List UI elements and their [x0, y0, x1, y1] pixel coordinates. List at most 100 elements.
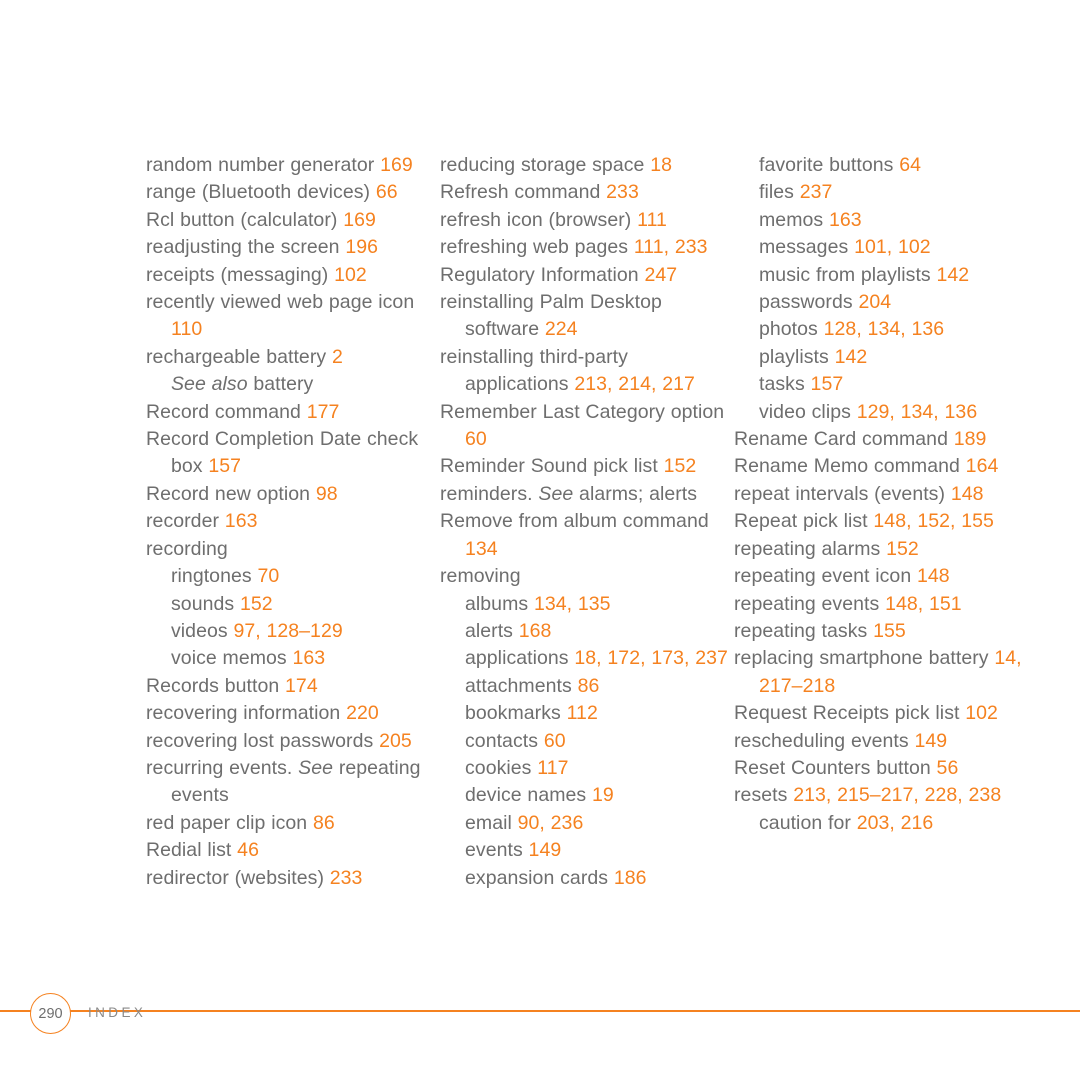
see-target: alarms; alerts	[579, 482, 698, 505]
index-entry: recently viewed web page icon 110	[146, 289, 440, 344]
index-term: bookmarks	[465, 702, 561, 725]
index-term: contacts	[465, 729, 539, 752]
index-term: email	[465, 811, 512, 834]
index-entry: music from playlists 142	[734, 262, 1046, 289]
index-page-refs: 149	[528, 839, 562, 862]
index-term: random number generator	[146, 154, 375, 176]
index-term: Reminder Sound pick list	[440, 455, 658, 478]
index-term: passwords	[759, 291, 853, 314]
see-also-label: See also	[171, 373, 248, 396]
index-page-refs: 220	[346, 702, 379, 725]
index-term: recently viewed web page icon	[146, 291, 415, 314]
index-entry: ringtones 70	[146, 563, 440, 590]
index-page-refs: 66	[375, 181, 398, 204]
index-term: expansion cards	[465, 866, 609, 889]
index-entry: Record command 177	[146, 399, 440, 426]
index-entry: readjusting the screen 196	[146, 234, 440, 261]
index-term: Regulatory Information	[440, 263, 639, 286]
index-term: repeating event icon	[734, 565, 912, 588]
index-term: Record Completion Date check box	[146, 428, 419, 478]
index-page-refs: 224	[544, 318, 578, 341]
index-term: favorite buttons	[759, 154, 894, 176]
index-page-refs: 86	[577, 674, 600, 697]
index-term: Rename Memo command	[734, 455, 960, 478]
index-entry: recovering information 220	[146, 700, 440, 727]
index-page-refs: 60	[465, 428, 487, 451]
index-page-refs: 142	[936, 263, 970, 286]
index-page-refs: 152	[886, 537, 919, 560]
index-entry: applications 18, 172, 173, 237	[440, 645, 734, 672]
index-page-refs: 117	[537, 756, 569, 779]
index-page-refs: 111	[637, 208, 667, 231]
index-term: removing	[440, 565, 521, 588]
index-term: redirector (websites)	[146, 866, 324, 889]
index-term: repeating events	[734, 592, 880, 615]
index-term: resets	[734, 784, 788, 807]
index-entry: refresh icon (browser) 111	[440, 207, 734, 234]
index-term: rechargeable battery	[146, 345, 327, 368]
see-label: See	[298, 756, 334, 779]
index-entry: resets 213, 215–217, 228, 238	[734, 782, 1046, 809]
index-entry: device names 19	[440, 782, 734, 809]
index-entry: Refresh command 233	[440, 179, 734, 206]
index-page-refs: 110	[171, 318, 203, 341]
index-entry: replacing smartphone battery 14, 217–218	[734, 645, 1046, 700]
footer-rule	[0, 1010, 1080, 1012]
index-term: Record command	[146, 400, 301, 423]
index-entry: repeating event icon 148	[734, 563, 1046, 590]
index-entry: red paper clip icon 86	[146, 810, 440, 837]
index-entry: Rename Memo command 164	[734, 453, 1046, 480]
index-page-refs: 134	[465, 537, 498, 560]
index-page-refs: 148, 152, 155	[873, 510, 994, 533]
index-page-refs: 157	[810, 373, 844, 396]
index-entry: Record Completion Date check box 157	[146, 426, 440, 481]
index-entry: rescheduling events 149	[734, 728, 1046, 755]
index-term: Records button	[146, 674, 280, 697]
index-page-refs: 2	[331, 345, 343, 368]
index-page-refs: 128, 134, 136	[823, 318, 945, 341]
index-entry: Rename Card command 189	[734, 426, 1046, 453]
index-entry: See also battery	[146, 371, 440, 398]
index-entry: Repeat pick list 148, 152, 155	[734, 508, 1046, 535]
index-entry: contacts 60	[440, 728, 734, 755]
index-term: Rename Card command	[734, 428, 948, 451]
index-term: sounds	[171, 592, 235, 615]
index-term: events	[465, 839, 523, 862]
index-page-refs: 149	[914, 729, 948, 752]
index-entry: reinstalling Palm Desktop software 224	[440, 289, 734, 344]
index-entry: Reset Counters button 56	[734, 755, 1046, 782]
index-page-refs: 19	[592, 784, 614, 807]
index-term: files	[759, 181, 794, 204]
index-entry: events 149	[440, 837, 734, 864]
index-entry: videos 97, 128–129	[146, 618, 440, 645]
index-term: red paper clip icon	[146, 811, 308, 834]
index-entry: receipts (messaging) 102	[146, 262, 440, 289]
index-term: memos	[759, 208, 824, 231]
index-term: Record new option	[146, 482, 311, 505]
index-page-refs: 60	[543, 729, 566, 752]
index-page-refs: 205	[379, 729, 412, 752]
index-entry: rechargeable battery 2	[146, 344, 440, 371]
index-term: refreshing web pages	[440, 236, 629, 259]
index-page-refs: 18	[650, 154, 672, 176]
index-page-refs: 129, 134, 136	[856, 400, 978, 423]
index-term: Repeat pick list	[734, 510, 868, 533]
index-page-refs: 233	[606, 181, 639, 204]
index-term: repeating tasks	[734, 619, 868, 642]
index-term: recovering lost passwords	[146, 729, 374, 752]
index-entry: repeating alarms 152	[734, 536, 1046, 563]
index-page-refs: 163	[828, 208, 862, 231]
index-page-refs: 196	[345, 236, 379, 259]
index-entry: recorder 163	[146, 508, 440, 535]
index-entry: Redial list 46	[146, 837, 440, 864]
index-entry: Records button 174	[146, 673, 440, 700]
index-page-refs: 46	[237, 839, 259, 862]
index-entry: reinstalling third-party applications 21…	[440, 344, 734, 399]
index-term: videos	[171, 619, 228, 642]
column-3: favorite buttons 64 files 237 memos 163 mes…	[734, 152, 1046, 837]
index-entry: sounds 152	[146, 591, 440, 618]
index-entry: bookmarks 112	[440, 700, 734, 727]
index-entry: alerts 168	[440, 618, 734, 645]
index-page-refs: 233	[329, 866, 363, 889]
index-page-refs: 189	[953, 428, 987, 451]
